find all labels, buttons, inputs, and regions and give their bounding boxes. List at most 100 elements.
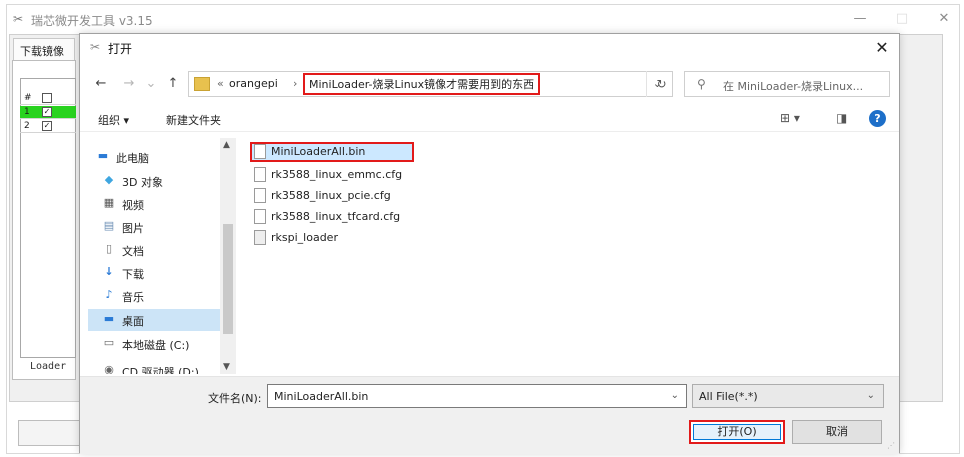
- picture-icon: ▤: [103, 219, 115, 232]
- file-type-value: All File(*.*): [699, 390, 758, 403]
- file-icon: [254, 167, 266, 182]
- dialog-app-icon: ✂: [90, 40, 101, 54]
- dialog-title-bar: ✂ 打开 ✕: [80, 34, 899, 62]
- tab-download-image[interactable]: 下载镜像: [13, 38, 75, 60]
- breadcrumb-orangepi[interactable]: orangepi: [229, 77, 278, 90]
- forward-arrow-icon[interactable]: →: [120, 75, 138, 93]
- search-placeholder: 在 MiniLoader-烧录Linux...: [723, 80, 864, 93]
- nav-item-label: 下载: [122, 268, 144, 281]
- cancel-button[interactable]: 取消: [792, 420, 882, 444]
- row-checkbox[interactable]: ✓: [42, 107, 52, 117]
- filename-value: MiniLoaderAll.bin: [274, 390, 369, 403]
- video-icon: ▦: [103, 196, 115, 209]
- recent-locations-chevron-icon[interactable]: ⌄: [142, 75, 160, 93]
- file-name: MiniLoaderAll.bin: [271, 145, 366, 158]
- chevron-down-icon[interactable]: ⌄: [867, 390, 875, 401]
- nav-item-label: 图片: [122, 222, 144, 235]
- file-name: rk3588_linux_tfcard.cfg: [271, 210, 401, 223]
- nav-item-label: 此电脑: [116, 152, 149, 165]
- chevron-down-icon[interactable]: ⌄: [671, 390, 679, 401]
- loader-label: Loader: [30, 361, 67, 372]
- navigation-pane: ▬ 此电脑 ◆ 3D 对象 ▦ 视频 ▤ 图片 ▯ 文档 ↓ 下载 ♪ 音乐 ▬: [88, 138, 220, 374]
- resize-grip-icon[interactable]: ⋰: [887, 441, 895, 450]
- list-item[interactable]: rk3588_linux_pcie.cfg: [250, 186, 490, 206]
- search-icon: ⚲: [697, 77, 706, 91]
- file-icon: [254, 209, 266, 224]
- dialog-footer: 文件名(N): MiniLoaderAll.bin ⌄ All File(*.*…: [80, 376, 899, 454]
- filename-field[interactable]: MiniLoaderAll.bin ⌄: [267, 384, 687, 408]
- document-icon: ▯: [105, 242, 113, 255]
- dialog-close-button[interactable]: ✕: [871, 37, 893, 59]
- nav-item-pictures[interactable]: ▤ 图片: [88, 216, 220, 238]
- help-icon[interactable]: ?: [869, 110, 886, 127]
- nav-item-label: CD 驱动器 (D:): [122, 366, 199, 374]
- background-status-box: [18, 420, 80, 446]
- grid-header-num: #: [24, 93, 32, 103]
- nav-item-cd-drive[interactable]: ◉ CD 驱动器 (D:): [88, 360, 220, 375]
- nav-item-videos[interactable]: ▦ 视频: [88, 193, 220, 215]
- nav-item-label: 桌面: [122, 315, 144, 328]
- new-folder-button[interactable]: 新建文件夹: [166, 112, 221, 128]
- nav-item-documents[interactable]: ▯ 文档: [88, 239, 220, 261]
- search-input[interactable]: ⚲ 在 MiniLoader-烧录Linux...: [684, 71, 890, 97]
- app-tool-icon: ✂: [13, 12, 24, 26]
- table-row[interactable]: 2 ✓: [20, 120, 76, 133]
- file-list: MiniLoaderAll.bin rk3588_linux_emmc.cfg …: [250, 138, 870, 374]
- file-name: rk3588_linux_pcie.cfg: [271, 189, 391, 202]
- file-icon: [254, 188, 266, 203]
- scroll-up-icon[interactable]: ▲: [223, 140, 230, 150]
- nav-item-label: 音乐: [122, 291, 144, 304]
- grid-header-row: #: [20, 92, 76, 105]
- nav-item-label: 3D 对象: [122, 176, 163, 189]
- folder-icon: [194, 77, 210, 91]
- file-icon: [254, 230, 266, 245]
- navigation-bar: ← → ⌄ ↑ « orangepi › MiniLoader-烧录Linux镜…: [80, 68, 899, 100]
- address-bar[interactable]: « orangepi › MiniLoader-烧录Linux镜像才需要用到的东…: [188, 71, 673, 97]
- maximize-button[interactable]: □: [887, 9, 917, 29]
- download-icon: ↓: [104, 265, 114, 278]
- table-row[interactable]: 1 ✓: [20, 106, 76, 119]
- dialog-title: 打开: [108, 42, 133, 56]
- row-num: 1: [24, 107, 30, 117]
- grid-header-check[interactable]: [42, 93, 52, 103]
- open-file-dialog: ✂ 打开 ✕ ← → ⌄ ↑ « orangepi › MiniLoader-烧…: [79, 33, 900, 454]
- nav-item-label: 视频: [122, 199, 144, 212]
- nav-pane-scrollbar[interactable]: ▲ ▼: [220, 138, 236, 374]
- nav-item-local-disk[interactable]: ▭ 本地磁盘 (C:): [88, 333, 220, 355]
- command-bar: 组织 ▾ 新建文件夹 ⊞ ▾ ◨ ?: [80, 106, 899, 132]
- nav-item-desktop[interactable]: ▬ 桌面: [88, 309, 220, 331]
- list-item[interactable]: MiniLoaderAll.bin: [250, 142, 414, 162]
- list-item[interactable]: rk3588_linux_tfcard.cfg: [250, 207, 490, 227]
- row-checkbox[interactable]: ✓: [42, 121, 52, 131]
- breadcrumb-miniloader[interactable]: MiniLoader-烧录Linux镜像才需要用到的东西: [303, 73, 541, 95]
- file-icon: [254, 144, 266, 159]
- cd-icon: ◉: [104, 363, 114, 375]
- refresh-icon[interactable]: ↻: [646, 71, 676, 97]
- file-type-select[interactable]: All File(*.*) ⌄: [692, 384, 884, 408]
- breadcrumb-separator[interactable]: ›: [293, 77, 297, 90]
- disk-icon: ▭: [103, 336, 115, 349]
- filename-label: 文件名(N):: [208, 392, 262, 405]
- open-button[interactable]: 打开(O): [689, 420, 785, 444]
- nav-item-music[interactable]: ♪ 音乐: [88, 285, 220, 307]
- computer-icon: ▬: [97, 149, 109, 162]
- nav-item-3d-objects[interactable]: ◆ 3D 对象: [88, 170, 220, 192]
- scroll-thumb[interactable]: [223, 224, 233, 334]
- preview-pane-icon[interactable]: ◨: [836, 111, 847, 125]
- nav-item-downloads[interactable]: ↓ 下载: [88, 262, 220, 284]
- list-item[interactable]: rk3588_linux_emmc.cfg: [250, 165, 490, 185]
- nav-item-this-pc[interactable]: ▬ 此电脑: [88, 146, 220, 168]
- background-title-bar: ✂ 瑞芯微开发工具 v3.15 — □ ✕: [7, 5, 959, 33]
- background-close-button[interactable]: ✕: [929, 9, 959, 29]
- breadcrumb-overflow[interactable]: «: [217, 77, 224, 90]
- scroll-down-icon[interactable]: ▼: [223, 362, 230, 372]
- up-arrow-icon[interactable]: ↑: [164, 75, 182, 93]
- row-num: 2: [24, 121, 30, 131]
- view-options-icon[interactable]: ⊞ ▾: [780, 111, 800, 125]
- list-item[interactable]: rkspi_loader: [250, 228, 490, 248]
- organize-button[interactable]: 组织 ▾: [98, 112, 129, 128]
- minimize-button[interactable]: —: [845, 9, 875, 29]
- background-app-title: 瑞芯微开发工具 v3.15: [31, 14, 153, 28]
- music-icon: ♪: [105, 288, 113, 301]
- back-arrow-icon[interactable]: ←: [92, 75, 110, 93]
